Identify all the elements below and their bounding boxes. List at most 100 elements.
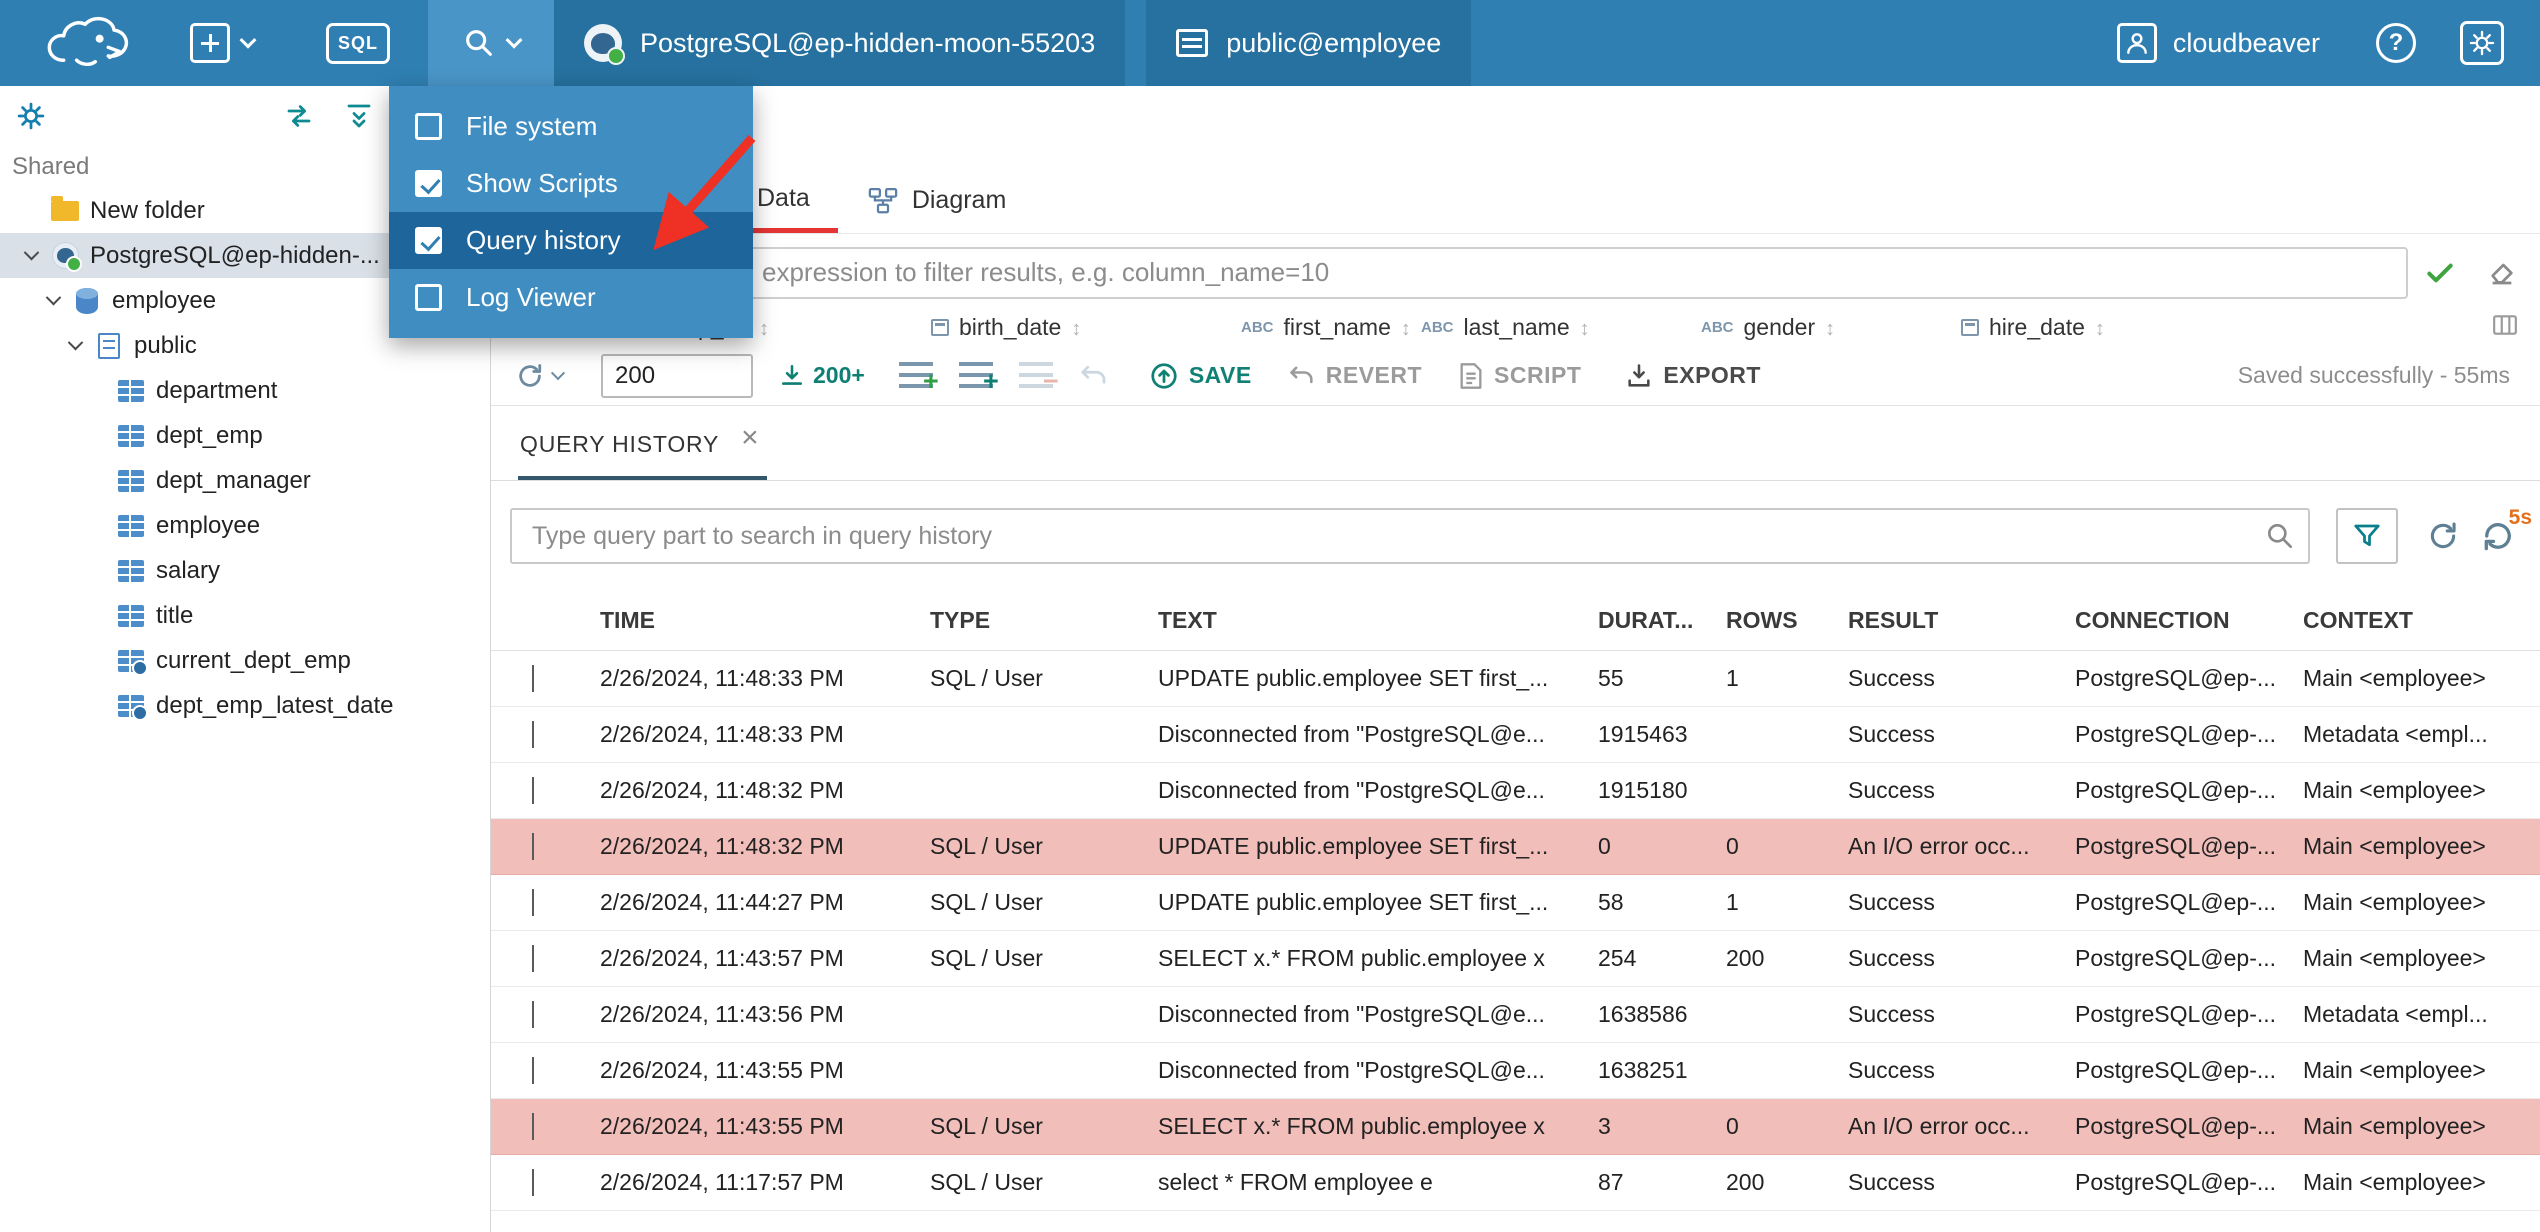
new-connection-button[interactable] — [172, 0, 272, 86]
auto-refresh-button[interactable]: 5s — [2480, 506, 2532, 554]
menu-item[interactable]: Show Scripts — [389, 155, 753, 212]
grid-column-header[interactable]: gender — [1701, 314, 1961, 341]
checkbox-icon[interactable] — [415, 170, 442, 197]
grid-column-header[interactable]: hire_date — [1961, 314, 2261, 341]
grid-column-header[interactable]: birth_date — [931, 314, 1241, 341]
history-column-header[interactable]: RESULT — [1848, 607, 2075, 634]
history-row[interactable]: 2/26/2024, 11:48:32 PM Disconnected from… — [491, 763, 2540, 819]
refresh-button[interactable] — [515, 361, 566, 391]
tree-item[interactable]: dept_emp_latest_date — [0, 683, 490, 728]
duplicate-row-button[interactable] — [958, 362, 999, 397]
history-row[interactable]: 2/26/2024, 11:43:55 PM SQL / User SELECT… — [491, 1099, 2540, 1155]
history-row[interactable]: 2/26/2024, 11:43:55 PM Disconnected from… — [491, 1043, 2540, 1099]
result-tab-bar: Data Diagram — [491, 168, 2540, 234]
row-expander[interactable] — [518, 665, 600, 692]
export-button[interactable]: EXPORT — [1625, 362, 1761, 390]
tools-menu-button[interactable] — [428, 0, 555, 86]
tree-item[interactable]: title — [0, 593, 490, 638]
row-expander[interactable] — [518, 945, 600, 972]
history-row[interactable]: 2/26/2024, 11:48:32 PM SQL / User UPDATE… — [491, 819, 2540, 875]
tree-item-label: title — [156, 601, 194, 629]
history-refresh-button[interactable] — [2426, 519, 2460, 553]
history-row[interactable]: 2/26/2024, 11:17:57 PM SQL / User select… — [491, 1155, 2540, 1211]
add-row-button[interactable] — [898, 362, 939, 397]
checkbox-icon[interactable] — [415, 113, 442, 140]
tree-expander-icon[interactable] — [36, 289, 70, 306]
row-expander[interactable] — [518, 833, 600, 860]
save-button[interactable]: SAVE — [1149, 361, 1252, 391]
tree-item[interactable]: employee — [0, 503, 490, 548]
history-row[interactable]: 2/26/2024, 11:43:56 PM Disconnected from… — [491, 987, 2540, 1043]
sort-icon[interactable] — [1401, 314, 1411, 341]
schema-label: public@employee — [1226, 27, 1442, 58]
history-column-header[interactable]: CONNECTION — [2075, 607, 2303, 634]
connection-selector[interactable]: PostgreSQL@ep-hidden-moon-55203 — [554, 0, 1126, 86]
sort-icon[interactable] — [1580, 314, 1590, 341]
history-column-header[interactable]: DURAT... — [1598, 607, 1726, 634]
menu-item[interactable]: Query history — [389, 212, 753, 269]
tree-item[interactable]: department — [0, 368, 490, 413]
sort-icon[interactable] — [759, 314, 769, 341]
beaver-bird-icon — [47, 16, 129, 66]
menu-item[interactable]: Log Viewer — [389, 269, 753, 326]
grid-column-header[interactable]: last_name — [1421, 314, 1701, 341]
row-expander[interactable] — [518, 889, 600, 916]
fetch-more-button[interactable]: 200+ — [779, 362, 865, 389]
menu-item[interactable]: File system — [389, 98, 753, 155]
refresh-icon — [2430, 522, 2456, 549]
settings-button[interactable] — [2460, 21, 2504, 65]
tab-diagram[interactable]: Diagram — [838, 168, 1036, 233]
tree-item[interactable]: current_dept_emp — [0, 638, 490, 683]
row-expander[interactable] — [518, 1057, 600, 1084]
tree-item[interactable]: dept_manager — [0, 458, 490, 503]
history-row[interactable]: 2/26/2024, 11:44:27 PM SQL / User UPDATE… — [491, 875, 2540, 931]
row-expander[interactable] — [518, 1113, 600, 1140]
row-expander[interactable] — [518, 721, 600, 748]
history-column-header[interactable]: CONTEXT — [2303, 607, 2540, 634]
script-button[interactable]: SCRIPT — [1458, 362, 1581, 390]
delete-row-button[interactable] — [1018, 362, 1059, 397]
clear-filter-button[interactable] — [2486, 257, 2518, 289]
sort-icon[interactable] — [1825, 314, 1835, 341]
row-expander[interactable] — [518, 1001, 600, 1028]
history-row[interactable]: 2/26/2024, 11:48:33 PM Disconnected from… — [491, 707, 2540, 763]
close-icon[interactable]: × — [741, 423, 759, 453]
tree-item[interactable]: salary — [0, 548, 490, 593]
row-expander[interactable] — [518, 777, 600, 804]
history-column-header[interactable]: TYPE — [930, 607, 1158, 634]
checkbox-icon[interactable] — [415, 227, 442, 254]
sidebar-settings-icon[interactable] — [16, 101, 46, 131]
history-filter-button[interactable] — [2336, 508, 2398, 564]
user-menu[interactable]: cloudbeaver — [2116, 23, 2320, 63]
history-column-header[interactable]: TEXT — [1158, 607, 1598, 634]
checkbox-icon[interactable] — [415, 284, 442, 311]
revert-button[interactable]: REVERT — [1288, 362, 1422, 390]
revert-cell-button[interactable] — [1079, 361, 1109, 391]
grid-config-icon[interactable] — [2492, 314, 2518, 336]
tree-expander-icon[interactable] — [58, 334, 92, 351]
sql-editor-button[interactable]: SQL — [308, 0, 408, 86]
history-column-header[interactable]: ROWS — [1726, 607, 1848, 634]
row-expander[interactable] — [518, 1169, 600, 1196]
history-search-input[interactable] — [510, 508, 2310, 564]
history-column-header[interactable]: TIME — [600, 607, 930, 634]
sync-arrows-icon[interactable] — [284, 101, 314, 131]
sort-icon[interactable] — [1071, 314, 1081, 341]
cell-context: Main <employee> — [2303, 1113, 2486, 1139]
filter-expression-input[interactable] — [503, 246, 2408, 299]
history-row[interactable]: 2/26/2024, 11:48:33 PM SQL / User UPDATE… — [491, 651, 2540, 707]
history-row[interactable]: 2/26/2024, 11:43:57 PM SQL / User SELECT… — [491, 931, 2540, 987]
apply-filter-button[interactable] — [2424, 257, 2456, 289]
tree-item[interactable]: dept_emp — [0, 413, 490, 458]
grid-column-header[interactable]: first_name — [1241, 314, 1421, 341]
cloudbeaver-logo[interactable] — [28, 8, 154, 78]
help-button[interactable]: ? — [2376, 23, 2416, 63]
collapse-all-icon[interactable] — [344, 101, 374, 131]
cell-connection: PostgreSQL@ep-... — [2075, 1169, 2277, 1195]
cell-rows: 200 — [1726, 1169, 1765, 1195]
fetch-size-input[interactable] — [601, 353, 753, 398]
schema-selector[interactable]: public@employee — [1146, 0, 1472, 86]
tree-expander-icon[interactable] — [14, 244, 48, 261]
query-history-tab[interactable]: QUERY HISTORY × — [518, 409, 767, 480]
sort-icon[interactable] — [2095, 314, 2105, 341]
